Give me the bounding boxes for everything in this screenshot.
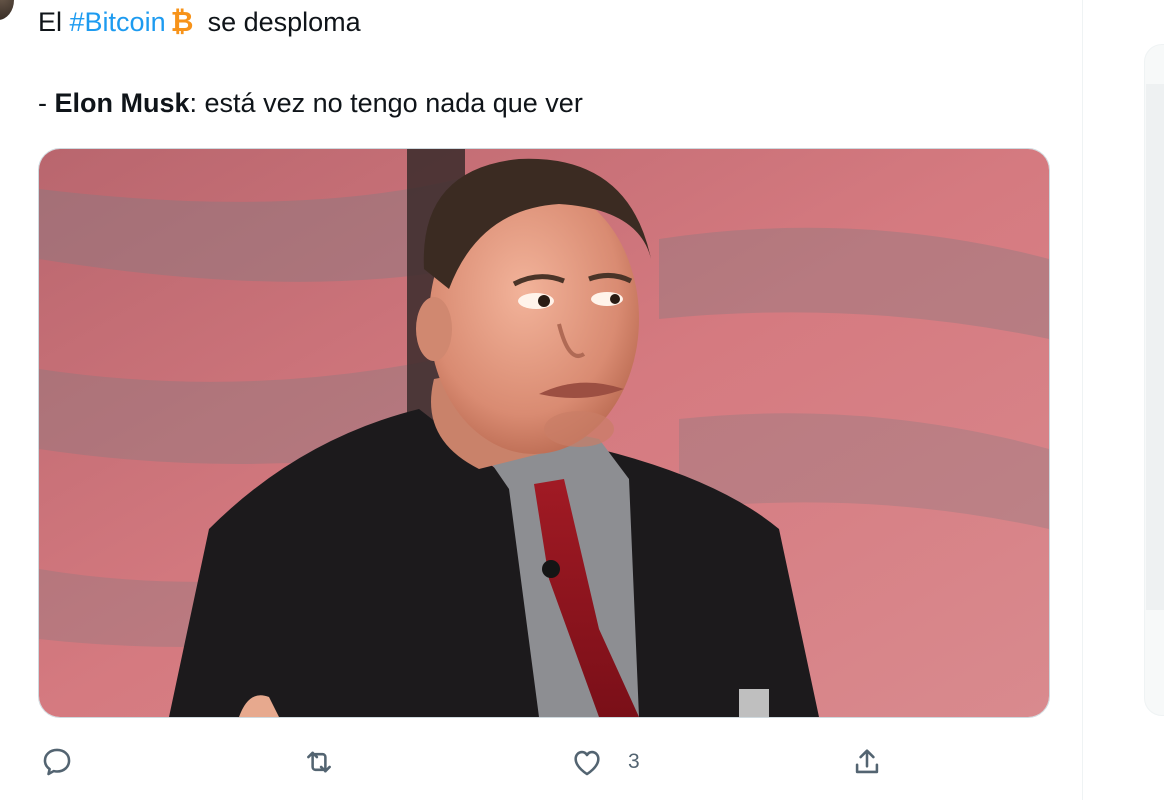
retweet-button[interactable] <box>302 742 336 782</box>
tweet-text-suffix: se desploma <box>207 7 361 37</box>
author-avatar[interactable] <box>0 0 14 20</box>
tweet-text-rest: : está vez no tengo nada que ver <box>189 88 583 118</box>
tweet-text-line-1: El #Bitcoin ₿ se desploma <box>38 5 361 39</box>
tweet-action-bar: 3 <box>0 742 1080 786</box>
tweet-text-line-2: - Elon Musk: está vez no tengo nada que … <box>38 86 583 120</box>
tweet-media-image[interactable] <box>38 148 1050 718</box>
like-count: 3 <box>628 750 640 773</box>
heart-icon <box>574 750 600 776</box>
photo-illustration <box>39 149 1049 717</box>
share-icon <box>855 749 879 774</box>
tweet-text-prefix: El <box>38 7 63 37</box>
tweet-bold-name: Elon Musk <box>54 88 190 118</box>
sidebar-scroll-strip <box>1146 84 1164 610</box>
svg-text:₿: ₿ <box>170 6 193 36</box>
reply-button[interactable] <box>40 742 74 782</box>
retweet-icon <box>307 751 331 773</box>
share-button[interactable] <box>850 742 884 782</box>
column-divider <box>1082 0 1083 800</box>
bitcoin-emoji-icon: ₿ <box>170 5 194 38</box>
reply-icon <box>43 748 71 776</box>
like-button[interactable]: 3 <box>570 742 640 782</box>
tweet-text-dash: - <box>38 88 47 118</box>
hashtag-link[interactable]: #Bitcoin <box>70 7 166 37</box>
